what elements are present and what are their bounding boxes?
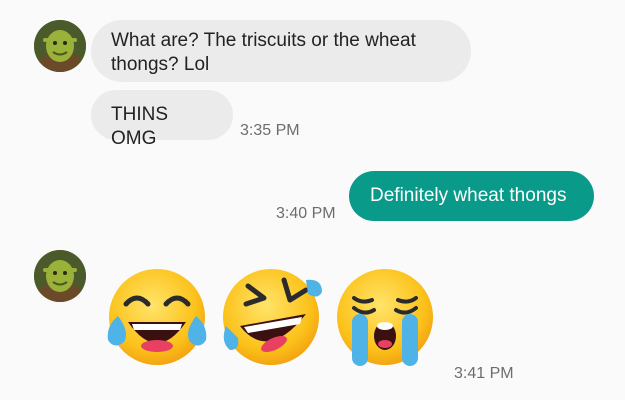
contact-avatar[interactable] [34, 20, 86, 72]
tears-of-joy-emoji-icon [107, 269, 207, 365]
contact-avatar[interactable] [34, 250, 86, 302]
incoming-message-bubble[interactable]: What are? The triscuits or the wheat tho… [91, 20, 471, 82]
outgoing-message-bubble[interactable]: Definitely wheat thongs [349, 171, 594, 221]
rolling-laughing-emoji-icon [223, 269, 322, 365]
shrek-avatar-icon [34, 250, 86, 302]
message-timestamp: 3:40 PM [276, 205, 336, 222]
tears-of-joy-emoji[interactable] [104, 264, 210, 370]
message-text: THINS OMG [111, 104, 168, 149]
shrek-avatar-icon [34, 20, 86, 72]
message-timestamp: 3:35 PM [240, 122, 300, 139]
rolling-laughing-emoji[interactable] [218, 264, 324, 370]
message-text: Definitely wheat thongs [370, 185, 567, 206]
incoming-message-bubble[interactable]: THINS OMG [91, 90, 233, 149]
message-timestamp: 3:41 PM [454, 365, 514, 382]
loudly-crying-emoji-icon [337, 269, 433, 366]
message-text: What are? The triscuits or the wheat tho… [111, 30, 416, 75]
loudly-crying-emoji[interactable] [332, 264, 438, 370]
